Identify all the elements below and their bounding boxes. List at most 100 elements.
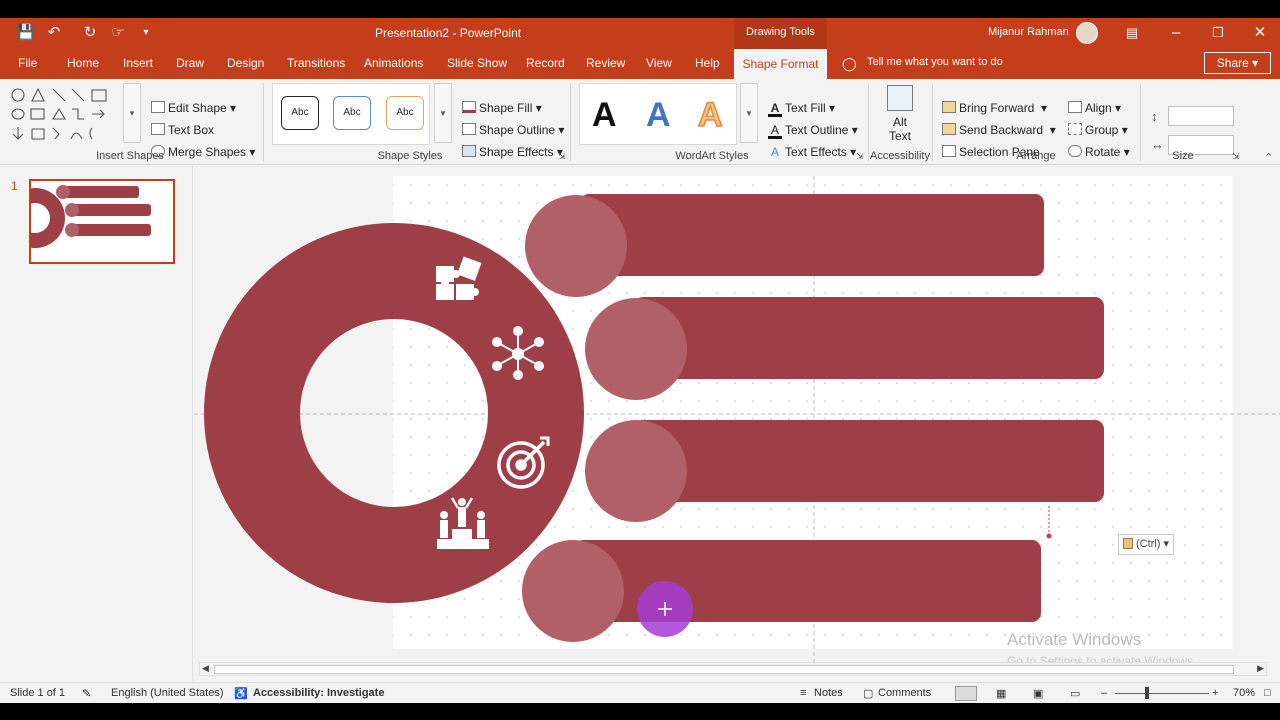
horizontal-scrollbar[interactable]: ◀ ▶: [199, 662, 1267, 676]
shape-styles-more-button[interactable]: ▾: [434, 83, 452, 143]
tab-draw[interactable]: Draw: [176, 56, 204, 70]
collapse-ribbon-icon[interactable]: ⌃: [1264, 151, 1273, 164]
shape-style-preset[interactable]: Abc: [281, 96, 319, 130]
selection-handle[interactable]: [1046, 533, 1052, 539]
title-bar: 💾 ↶ ↻ ☞ ▾ Presentation2 - PowerPoint Dra…: [0, 18, 1280, 49]
text-fill-button[interactable]: A Text Fill ▾: [768, 101, 835, 117]
zoom-in-icon[interactable]: +: [1212, 687, 1218, 699]
tab-record[interactable]: Record: [526, 56, 565, 70]
wordart-more-button[interactable]: ▾: [740, 83, 758, 143]
slide-show-icon[interactable]: ▭: [1070, 687, 1080, 700]
bring-forward-button[interactable]: Bring Forward ▾: [942, 101, 1047, 115]
zoom-slider[interactable]: [1115, 693, 1209, 694]
bullet-circle-1[interactable]: [525, 195, 627, 297]
tab-slide-show[interactable]: Slide Show: [447, 56, 507, 70]
zoom-slider-thumb[interactable]: [1145, 687, 1149, 699]
fit-slide-icon[interactable]: □: [1264, 687, 1271, 699]
ribbon-tabs: File Home Insert Draw Design Transitions…: [0, 49, 1280, 79]
restore-icon[interactable]: ❐: [1208, 23, 1228, 43]
group-button[interactable]: Group ▾: [1068, 123, 1128, 137]
alt-text-label-2: Text: [888, 129, 911, 143]
notes-button[interactable]: Notes: [814, 687, 843, 699]
reading-view-icon[interactable]: ▣: [1033, 687, 1043, 700]
info-bar-3[interactable]: [634, 420, 1104, 502]
wordart-style-blue[interactable]: A: [646, 98, 671, 132]
comments-icon: ▢: [863, 688, 874, 700]
group-icon: [1068, 123, 1082, 135]
edit-shape-button[interactable]: Edit Shape ▾: [151, 101, 236, 115]
bullet-circle-4[interactable]: [522, 540, 624, 642]
undo-icon[interactable]: ↶: [44, 23, 64, 43]
tab-file[interactable]: File: [18, 56, 37, 70]
paint-bucket-icon: [462, 101, 476, 113]
normal-view-icon[interactable]: [955, 686, 977, 701]
slide-number: 1: [11, 179, 18, 193]
shapes-gallery[interactable]: [8, 85, 122, 143]
shapes-more-button[interactable]: ▾: [123, 83, 141, 143]
scrollbar-thumb[interactable]: [214, 665, 1234, 674]
text-outline-button[interactable]: A Text Outline ▾: [768, 123, 858, 139]
text-box-button[interactable]: Text Box: [151, 123, 214, 137]
alt-text-icon: [887, 85, 913, 111]
touch-mode-icon[interactable]: ☞: [108, 23, 128, 43]
tab-help[interactable]: Help: [695, 56, 720, 70]
language-indicator[interactable]: English (United States): [111, 687, 224, 699]
tab-shape-format[interactable]: Shape Format: [734, 49, 827, 79]
shape-height-input[interactable]: [1168, 106, 1234, 126]
slide-editing-area[interactable]: (Ctrl) ▾ Activate Windows Go to Settings…: [194, 166, 1280, 664]
shape-style-preset[interactable]: Abc: [386, 96, 424, 130]
divider: [570, 83, 571, 161]
tab-design[interactable]: Design: [227, 56, 264, 70]
dialog-launcher-icon[interactable]: ⇲: [1232, 151, 1240, 162]
tab-home[interactable]: Home: [67, 56, 99, 70]
save-icon[interactable]: 💾: [16, 23, 36, 43]
paste-options-button[interactable]: (Ctrl) ▾: [1118, 534, 1174, 555]
align-button[interactable]: Align ▾: [1068, 101, 1121, 115]
shape-outline-button[interactable]: Shape Outline ▾: [462, 123, 564, 137]
bullet-circle-2[interactable]: [585, 298, 687, 400]
tab-transitions[interactable]: Transitions: [287, 56, 345, 70]
close-icon[interactable]: ✕: [1250, 23, 1270, 43]
send-backward-button[interactable]: Send Backward ▾: [942, 123, 1056, 137]
tab-view[interactable]: View: [646, 56, 672, 70]
info-bar-2[interactable]: [634, 297, 1104, 379]
avatar[interactable]: [1076, 22, 1098, 44]
tab-review[interactable]: Review: [586, 56, 625, 70]
comments-button[interactable]: Comments: [878, 687, 931, 699]
slide-thumbnail[interactable]: [29, 179, 175, 264]
share-label: Share: [1216, 56, 1249, 70]
zoom-out-icon[interactable]: –: [1101, 687, 1107, 699]
accessibility-checker[interactable]: Accessibility: Investigate: [253, 687, 384, 699]
spelling-icon[interactable]: ✎: [82, 687, 91, 700]
send-backward-icon: [942, 123, 956, 135]
minimize-icon[interactable]: –: [1166, 23, 1186, 43]
shape-fill-button[interactable]: Shape Fill ▾: [462, 101, 542, 115]
size-group-label: Size: [1172, 150, 1194, 162]
user-name: Mijanur Rahman: [988, 26, 1069, 38]
scroll-left-icon[interactable]: ◀: [202, 663, 209, 674]
ribbon-display-icon[interactable]: ▤: [1122, 23, 1142, 43]
accessibility-icon: ♿: [234, 688, 248, 700]
alt-text-button[interactable]: Alt Text: [880, 85, 920, 147]
shape-effects-label: Shape Effects: [479, 145, 554, 159]
tab-insert[interactable]: Insert: [123, 56, 153, 70]
edit-shape-icon: [151, 101, 165, 113]
ribbon: ▾ Edit Shape ▾ Text Box Merge Shapes ▾ I…: [0, 79, 1280, 165]
wordart-style-black[interactable]: A: [592, 98, 617, 132]
info-bar-1[interactable]: [580, 194, 1044, 276]
zoom-level[interactable]: 70%: [1233, 687, 1255, 699]
lightbulb-icon: ◯: [842, 56, 857, 71]
wordart-style-orange[interactable]: A: [697, 97, 723, 133]
shape-style-preset[interactable]: Abc: [333, 96, 371, 130]
share-button[interactable]: Share ▾: [1204, 52, 1271, 74]
redo-icon[interactable]: ↻: [80, 23, 100, 43]
dialog-launcher-icon[interactable]: ⇲: [558, 151, 566, 162]
dialog-launcher-icon[interactable]: ⇲: [856, 151, 864, 162]
bullet-circle-3[interactable]: [585, 420, 687, 522]
customize-toolbar-icon[interactable]: ▾: [136, 23, 156, 43]
slide-sorter-icon[interactable]: ▦: [996, 687, 1006, 700]
tell-me-search[interactable]: Tell me what you want to do: [867, 56, 1003, 68]
tab-animations[interactable]: Animations: [364, 56, 423, 70]
scroll-right-icon[interactable]: ▶: [1257, 663, 1264, 674]
shape-styles-group-label: Shape Styles: [377, 150, 443, 162]
